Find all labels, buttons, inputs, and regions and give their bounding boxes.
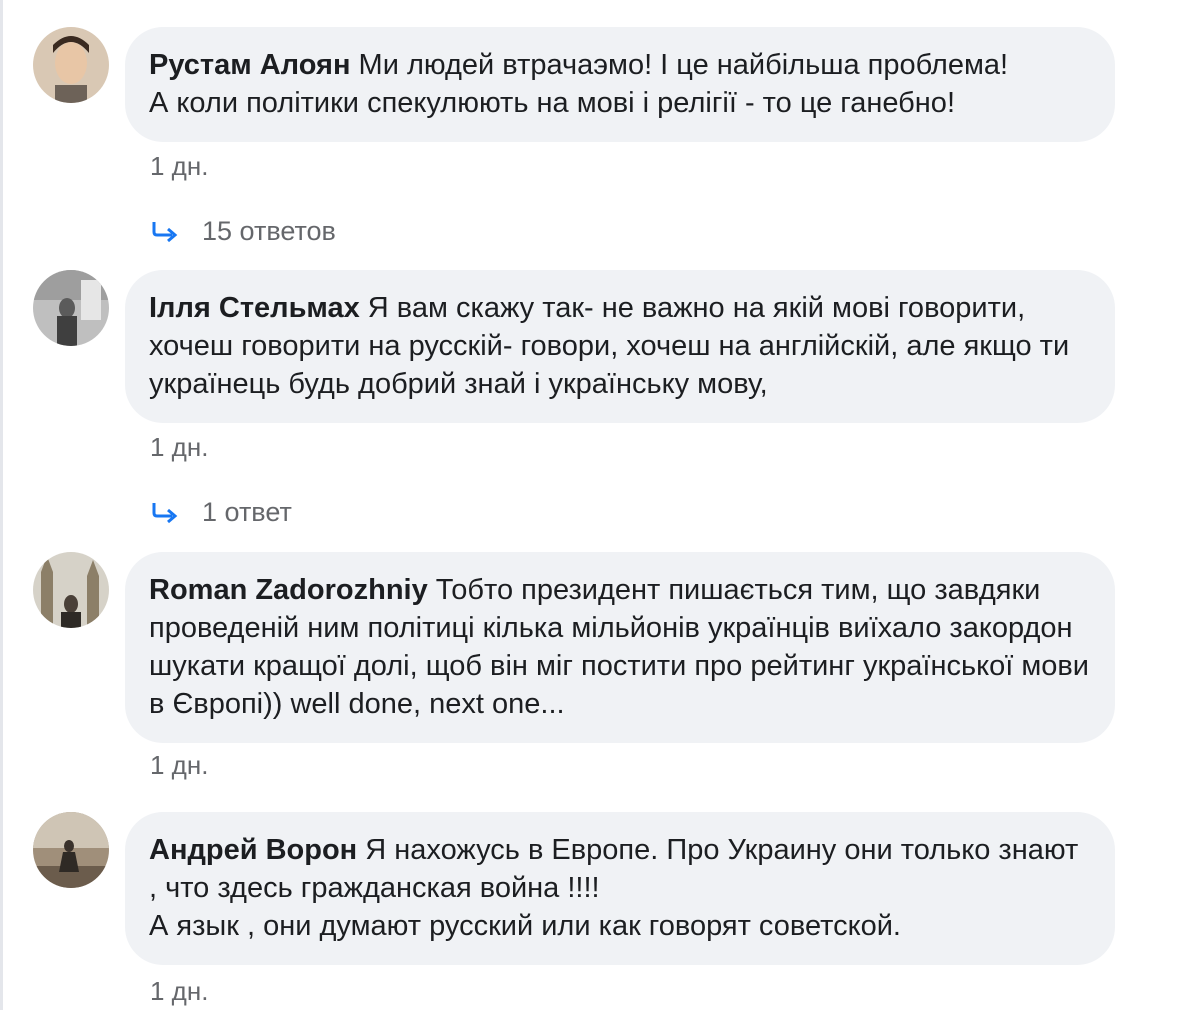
reply-arrow-icon [152,221,178,242]
avatar-photo [33,812,109,888]
avatar[interactable] [33,552,109,628]
replies-count: 15 ответов [202,216,336,246]
comment-bubble: Roman Zadorozhniy Тобто президент пишаєт… [125,552,1115,743]
avatar[interactable] [33,270,109,346]
comment-time[interactable]: 1 дн. [150,151,208,182]
comment-author[interactable]: Андрей Ворон [149,834,357,866]
thread-rule [0,0,3,1010]
replies-count: 1 ответ [202,497,292,527]
comment-bubble: Рустам Алоян Ми людей втрачаэмо! І це на… [125,27,1115,142]
view-replies-link[interactable]: 1 ответ [150,497,292,528]
comment-bubble: Ілля Стельмах Я вам скажу так- не важно … [125,270,1115,423]
avatar-photo [33,27,109,103]
view-replies-link[interactable]: 15 ответов [150,216,336,247]
comment-author[interactable]: Roman Zadorozhniy [149,574,428,606]
comment-author[interactable]: Рустам Алоян [149,49,350,81]
avatar-photo [33,270,109,346]
comment-time[interactable]: 1 дн. [150,976,208,1007]
comment-bubble: Андрей Ворон Я нахожусь в Европе. Про Ук… [125,812,1115,965]
reply-arrow-icon [152,502,178,523]
comment-time[interactable]: 1 дн. [150,750,208,781]
avatar-photo [33,552,109,628]
comment-time[interactable]: 1 дн. [150,432,208,463]
avatar[interactable] [33,27,109,103]
comment-author[interactable]: Ілля Стельмах [149,292,360,324]
avatar[interactable] [33,812,109,888]
